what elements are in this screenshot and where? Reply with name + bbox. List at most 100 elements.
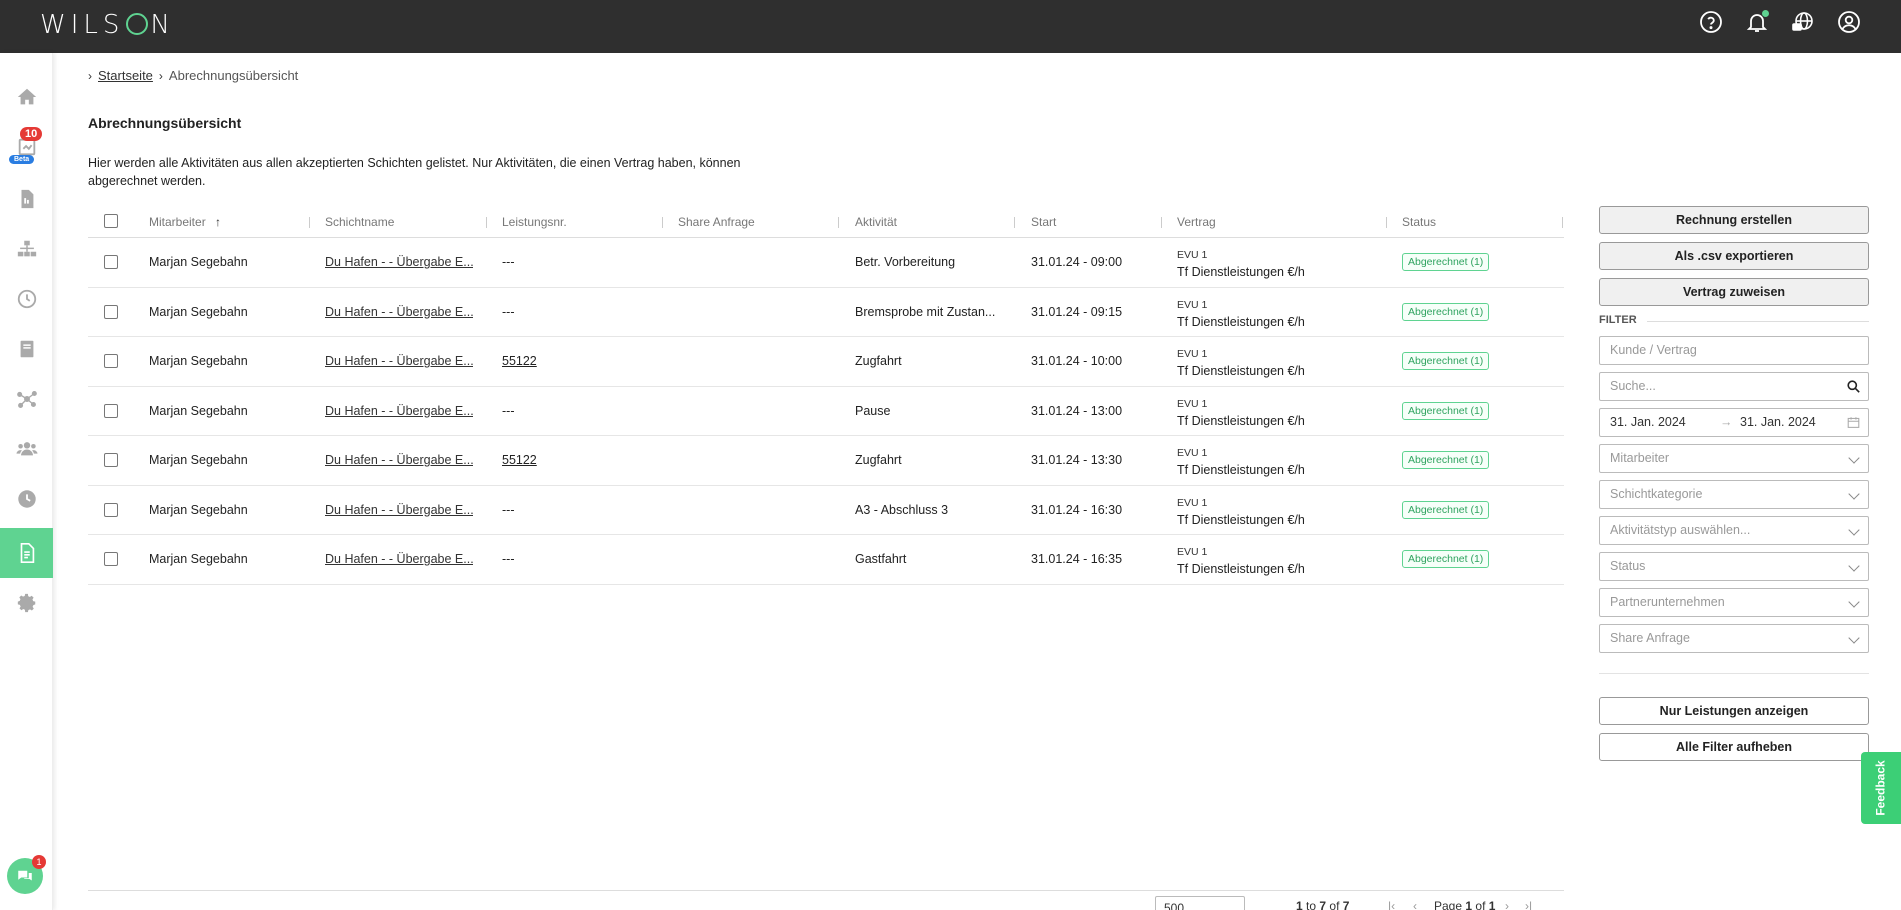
status-badge: Abgerechnet (1) — [1402, 302, 1490, 321]
col-start[interactable]: Start — [1031, 215, 1056, 229]
cell-vertrag-name: Tf Dienstleistungen €/h — [1177, 314, 1305, 329]
next-page-icon[interactable]: › — [1505, 899, 1509, 910]
row-checkbox[interactable] — [104, 453, 118, 467]
status-badge: Abgerechnet (1) — [1402, 451, 1490, 469]
panel-divider — [1599, 673, 1869, 674]
col-vertrag[interactable]: Vertrag — [1177, 215, 1216, 229]
wilson-logo[interactable]: WILS N — [40, 10, 175, 40]
home-icon[interactable] — [0, 75, 53, 119]
date-to[interactable]: 31. Jan. 2024 — [1740, 409, 1816, 436]
help-icon[interactable] — [1699, 10, 1723, 34]
billing-icon[interactable] — [0, 528, 53, 578]
search-icon[interactable] — [1847, 380, 1860, 393]
col-share-anfrage[interactable]: Share Anfrage — [678, 215, 755, 229]
col-status[interactable]: Status — [1402, 215, 1436, 229]
chat-badge: 1 — [32, 855, 46, 869]
table-row[interactable]: Marjan Segebahn Du Hafen - - Übergabe E.… — [88, 486, 1564, 535]
table-row[interactable]: Marjan Segebahn Du Hafen - - Übergabe E.… — [88, 238, 1564, 288]
select-schichtkategorie[interactable]: Schichtkategorie — [1599, 480, 1869, 509]
row-checkbox[interactable] — [104, 552, 118, 566]
col-aktivitaet[interactable]: Aktivität — [855, 215, 897, 229]
cell-mitarbeiter: Marjan Segebahn — [149, 502, 248, 517]
cell-leistungsnr[interactable]: 55122 — [502, 453, 537, 467]
filter-heading: FILTER — [1599, 314, 1869, 326]
select-partnerunternehmen[interactable]: Partnerunternehmen — [1599, 588, 1869, 617]
cell-schichtname-link[interactable]: Du Hafen - - Übergabe E... — [325, 354, 473, 368]
export-csv-button[interactable]: Als .csv exportieren — [1599, 242, 1869, 270]
last-page-icon[interactable]: ›| — [1525, 899, 1532, 910]
row-checkbox[interactable] — [104, 403, 118, 418]
history-icon[interactable] — [0, 477, 53, 521]
select-share-anfrage[interactable]: Share Anfrage — [1599, 624, 1869, 653]
table-row[interactable]: Marjan Segebahn Du Hafen - - Übergabe E.… — [88, 436, 1564, 486]
only-services-button[interactable]: Nur Leistungen anzeigen — [1599, 697, 1869, 725]
cell-evu: EVU 1 — [1177, 249, 1208, 261]
col-schichtname[interactable]: Schichtname — [325, 215, 394, 229]
row-checkbox[interactable] — [104, 255, 118, 269]
chevron-down-icon — [1848, 452, 1860, 464]
status-badge: Abgerechnet (1) — [1402, 401, 1490, 420]
cell-leistungsnr: --- — [502, 255, 515, 269]
clear-filters-button[interactable]: Alle Filter aufheben — [1599, 733, 1869, 761]
row-checkbox[interactable] — [104, 304, 118, 319]
prev-page-icon[interactable]: ‹ — [1413, 899, 1417, 910]
select-all-checkbox[interactable] — [104, 214, 118, 228]
page-size-select[interactable]: 500 — [1155, 896, 1245, 910]
cell-start: 31.01.24 - 13:00 — [1031, 403, 1123, 418]
cell-schichtname-link[interactable]: Du Hafen - - Übergabe E... — [325, 255, 473, 269]
cell-schichtname-link[interactable]: Du Hafen - - Übergabe E... — [325, 404, 473, 418]
select-status[interactable]: Status — [1599, 552, 1869, 581]
report-badge: 10 — [20, 127, 43, 141]
row-checkbox[interactable] — [104, 354, 118, 368]
bell-icon[interactable] — [1745, 10, 1769, 34]
sort-asc-icon[interactable]: ↑ — [215, 215, 221, 229]
assign-contract-button[interactable]: Vertrag zuweisen — [1599, 278, 1869, 306]
hierarchy-icon[interactable] — [0, 227, 53, 271]
beta-badge: Beta — [9, 155, 35, 164]
cell-vertrag: EVU 1 Tf Dienstleistungen €/h — [1177, 297, 1305, 331]
sidebar: 10 Beta — [0, 53, 53, 910]
date-range-picker[interactable]: 31. Jan. 2024 → 31. Jan. 2024 — [1599, 408, 1869, 437]
clock-icon[interactable] — [0, 277, 53, 321]
cell-vertrag: EVU 1 Tf Dienstleistungen €/h — [1177, 445, 1305, 479]
table-row[interactable]: Marjan Segebahn Du Hafen - - Übergabe E.… — [88, 535, 1564, 585]
row-checkbox[interactable] — [104, 502, 118, 517]
table-row[interactable]: Marjan Segebahn Du Hafen - - Übergabe E.… — [88, 337, 1564, 387]
user-account-icon[interactable] — [1837, 10, 1861, 34]
feedback-tab[interactable]: Feedback — [1861, 752, 1901, 824]
select-label: Share Anfrage — [1610, 631, 1690, 645]
cell-schichtname-link[interactable]: Du Hafen - - Übergabe E... — [325, 305, 473, 319]
cell-aktivitaet: Zugfahrt — [855, 354, 902, 368]
select-mitarbeiter[interactable]: Mitarbeiter — [1599, 444, 1869, 473]
table-row[interactable]: Marjan Segebahn Du Hafen - - Übergabe E.… — [88, 288, 1564, 337]
gear-icon[interactable] — [0, 581, 53, 625]
cell-schichtname-link[interactable]: Du Hafen - - Übergabe E... — [325, 453, 473, 467]
cell-start: 31.01.24 - 16:30 — [1031, 502, 1123, 517]
top-bar: WILS N — [0, 0, 1901, 53]
book-icon[interactable] — [0, 327, 53, 371]
cell-leistungsnr: --- — [502, 304, 515, 319]
search-input[interactable]: Suche... — [1599, 372, 1869, 401]
cell-aktivitaet: Gastfahrt — [855, 552, 907, 566]
cell-mitarbeiter: Marjan Segebahn — [149, 255, 248, 269]
customer-contract-field[interactable]: Kunde / Vertrag — [1599, 336, 1869, 365]
chevron-down-icon — [1848, 596, 1860, 608]
breadcrumb-home[interactable]: Startseite — [98, 68, 153, 83]
first-page-icon[interactable]: |‹ — [1388, 899, 1395, 910]
calendar-icon[interactable] — [1847, 416, 1860, 429]
select-aktivitaetstyp[interactable]: Aktivitätstyp auswählen... — [1599, 516, 1869, 545]
network-icon[interactable] — [0, 377, 53, 421]
globe-chat-icon[interactable] — [1791, 10, 1815, 34]
report-icon[interactable]: 10 Beta — [0, 125, 53, 169]
create-invoice-button[interactable]: Rechnung erstellen — [1599, 206, 1869, 234]
cell-aktivitaet: Betr. Vorbereitung — [855, 255, 956, 269]
table-row[interactable]: Marjan Segebahn Du Hafen - - Übergabe E.… — [88, 387, 1564, 436]
users-icon[interactable] — [0, 427, 53, 471]
document-icon[interactable] — [0, 177, 53, 221]
col-mitarbeiter[interactable]: Mitarbeiter — [149, 215, 206, 229]
cell-schichtname-link[interactable]: Du Hafen - - Übergabe E... — [325, 552, 473, 566]
cell-schichtname-link[interactable]: Du Hafen - - Übergabe E... — [325, 503, 473, 517]
col-leistungsnr[interactable]: Leistungsnr. — [502, 215, 567, 229]
date-from[interactable]: 31. Jan. 2024 — [1610, 409, 1686, 436]
cell-leistungsnr[interactable]: 55122 — [502, 354, 537, 368]
